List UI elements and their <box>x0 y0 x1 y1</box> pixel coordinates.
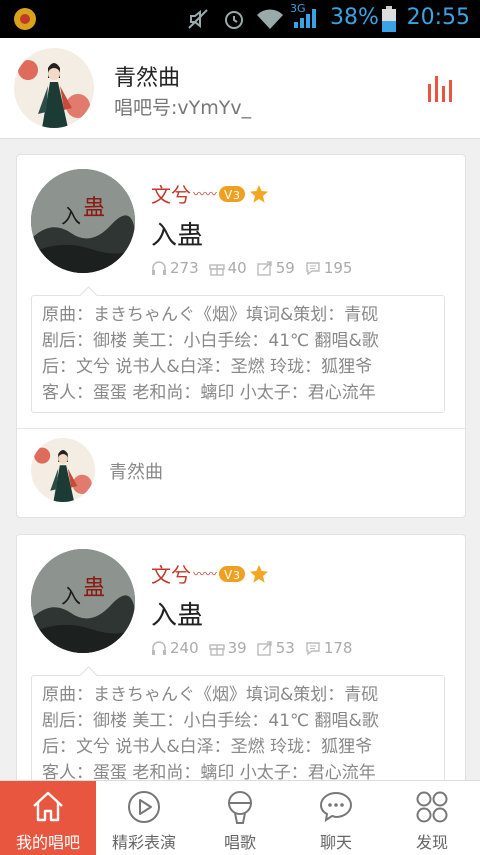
comment-icon <box>306 262 320 276</box>
discover-icon <box>416 791 448 823</box>
description-line: 剧后：御楼 美工：小白手绘：41℃ 翻唱&歌 <box>42 331 379 351</box>
description-line: 后：文兮 说书人&白泽：圣燃 玲珑：狐狸爷 <box>42 737 373 757</box>
song-description[interactable]: 原曲：まきちゃんぐ《烟》填词&策划：青砚 剧后：御楼 美工：小白手绘：41℃ 翻… <box>31 295 445 413</box>
battery-percent: 38% <box>330 5 379 30</box>
svg-text:V: V <box>224 568 233 582</box>
home-icon <box>33 791 63 822</box>
chat-icon <box>319 791 353 823</box>
notification-app-icon <box>14 8 36 30</box>
svg-text:蛊: 蛊 <box>83 576 105 601</box>
share-count: 53 <box>275 639 295 657</box>
comment-count: 178 <box>323 639 353 657</box>
svg-text:3: 3 <box>233 189 240 202</box>
song-card[interactable]: 入 蛊 文兮 〰〰 V 3 入蛊 240 39 53 178 原曲：まきちゃんぐ… <box>16 534 466 816</box>
nav-label: 发现 <box>415 833 448 852</box>
avatar[interactable] <box>14 48 94 128</box>
comment-count: 195 <box>323 259 353 277</box>
description-line: 客人：蛋蛋 老和尚：螭印 小太子：君心流年 <box>42 383 376 403</box>
vip-level-icon: V 3 <box>219 565 246 582</box>
svg-text:蛊: 蛊 <box>83 196 105 221</box>
share-icon <box>257 641 272 656</box>
song-stats: 240 39 53 178 <box>151 639 352 657</box>
description-line: 原曲：まきちゃんぐ《烟》填词&策划：青砚 <box>42 305 379 325</box>
comment-icon <box>306 642 320 656</box>
divider <box>17 428 465 429</box>
headphones-icon <box>152 641 166 655</box>
profile-header: 青然曲 唱吧号:vYmYv_ <box>0 38 480 139</box>
status-bar: 3G 38% 20:55 <box>0 0 480 38</box>
star-icon <box>250 184 269 203</box>
gift-count: 40 <box>227 259 247 277</box>
nav-label: 聊天 <box>319 833 352 852</box>
description-line: 后：文兮 说书人&白泽：圣燃 玲珑：狐狸爷 <box>42 357 373 377</box>
equalizer-icon[interactable] <box>426 72 456 102</box>
nav-my-changba[interactable]: 我的唱吧 <box>0 781 96 855</box>
bottom-nav: 我的唱吧 精彩表演 唱歌 聊天 发现 <box>0 780 480 855</box>
wave-icon: 〰〰 <box>193 187 218 201</box>
song-title[interactable]: 入蛊 <box>151 215 203 252</box>
nav-label: 精彩表演 <box>111 833 176 852</box>
svg-text:入: 入 <box>61 584 81 608</box>
description-line: 剧后：御楼 美工：小白手绘：41℃ 翻唱&歌 <box>42 711 379 731</box>
nav-chat[interactable]: 聊天 <box>288 781 384 855</box>
headphones-icon <box>152 261 166 275</box>
nav-discover[interactable]: 发现 <box>384 781 480 855</box>
alarm-icon <box>225 11 243 29</box>
poster-name[interactable]: 青然曲 <box>109 458 163 484</box>
play-icon <box>128 791 160 823</box>
star-icon <box>250 564 269 583</box>
gift-count: 39 <box>227 639 247 657</box>
svg-text:V: V <box>224 188 233 202</box>
author-line[interactable]: 文兮 〰〰 V 3 <box>151 179 269 208</box>
author-line[interactable]: 文兮 〰〰 V 3 <box>151 559 269 588</box>
song-cover[interactable]: 入 蛊 <box>31 549 135 653</box>
description-line: 原曲：まきちゃんぐ《烟》填词&策划：青砚 <box>42 685 379 705</box>
song-title[interactable]: 入蛊 <box>151 595 203 632</box>
song-card[interactable]: 入 蛊 文兮 〰〰 V 3 入蛊 273 40 59 195 原曲：まきちゃんぐ… <box>16 154 466 518</box>
listen-count: 273 <box>170 259 199 277</box>
mute-icon <box>188 9 208 29</box>
gift-icon <box>208 264 225 276</box>
wave-icon: 〰〰 <box>193 567 218 581</box>
nav-label: 我的唱吧 <box>15 833 80 852</box>
profile-user-id: 唱吧号:vYmYv_ <box>114 97 252 119</box>
wifi-icon <box>257 9 283 29</box>
author-name[interactable]: 文兮 <box>151 179 191 208</box>
share-count: 59 <box>275 259 295 277</box>
microphone-icon <box>228 791 252 824</box>
svg-text:3: 3 <box>233 569 240 582</box>
listen-count: 240 <box>170 639 199 657</box>
gift-icon <box>208 644 225 656</box>
clock: 20:55 <box>406 5 470 30</box>
song-stats: 273 40 59 195 <box>151 259 352 277</box>
nav-label: 唱歌 <box>223 833 256 852</box>
share-icon <box>257 261 272 276</box>
battery-icon <box>382 6 396 32</box>
author-name[interactable]: 文兮 <box>151 559 191 588</box>
profile-name: 青然曲 <box>114 66 181 91</box>
vip-level-icon: V 3 <box>219 185 246 202</box>
nav-performances[interactable]: 精彩表演 <box>96 781 192 855</box>
poster-avatar[interactable] <box>31 438 95 502</box>
signal-icon <box>294 9 316 28</box>
svg-text:入: 入 <box>61 204 81 228</box>
nav-sing[interactable]: 唱歌 <box>192 781 288 855</box>
song-cover[interactable]: 入 蛊 <box>31 169 135 273</box>
song-description[interactable]: 原曲：まきちゃんぐ《烟》填词&策划：青砚 剧后：御楼 美工：小白手绘：41℃ 翻… <box>31 675 445 793</box>
